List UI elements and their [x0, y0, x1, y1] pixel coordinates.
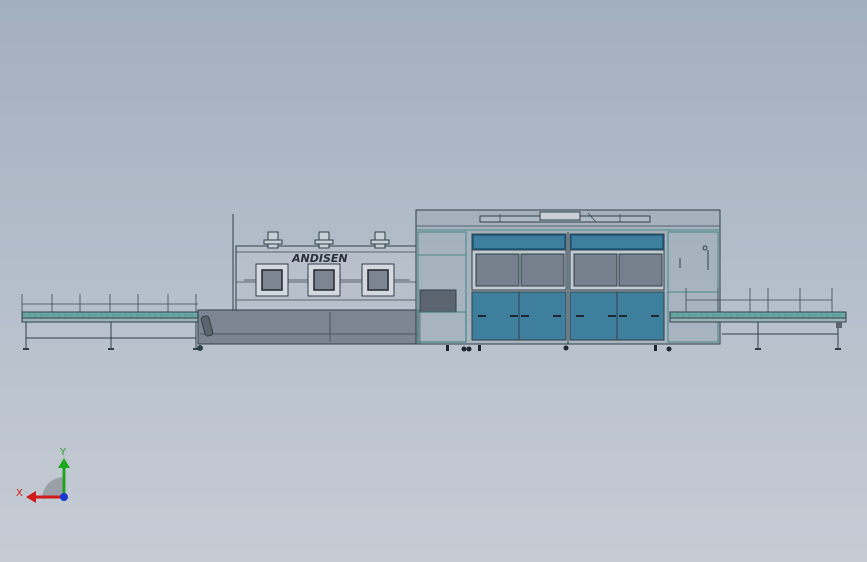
coordinate-triad: Y X [16, 447, 70, 503]
spray-chamber-1[interactable] [255, 263, 289, 297]
spray-chamber-2[interactable] [307, 263, 341, 297]
spray-section[interactable]: ANDISEN [197, 214, 421, 351]
x-axis-label: X [16, 488, 23, 499]
left-conveyor[interactable] [21, 294, 201, 350]
ultrasonic-tank-1[interactable] [471, 233, 567, 341]
x-axis-arrow-icon [26, 491, 36, 503]
spray-chamber-3[interactable] [361, 263, 395, 297]
brand-label: ANDISEN [291, 252, 348, 265]
y-axis-arrow-icon [58, 458, 70, 468]
main-cabinet[interactable] [415, 209, 721, 352]
y-axis-label: Y [59, 447, 67, 458]
z-axis-dot-icon [60, 493, 68, 501]
cad-viewport[interactable]: ANDISEN Y X [0, 0, 867, 562]
machine-drawing: ANDISEN Y X [16, 209, 847, 503]
ultrasonic-tank-2[interactable] [569, 233, 665, 341]
